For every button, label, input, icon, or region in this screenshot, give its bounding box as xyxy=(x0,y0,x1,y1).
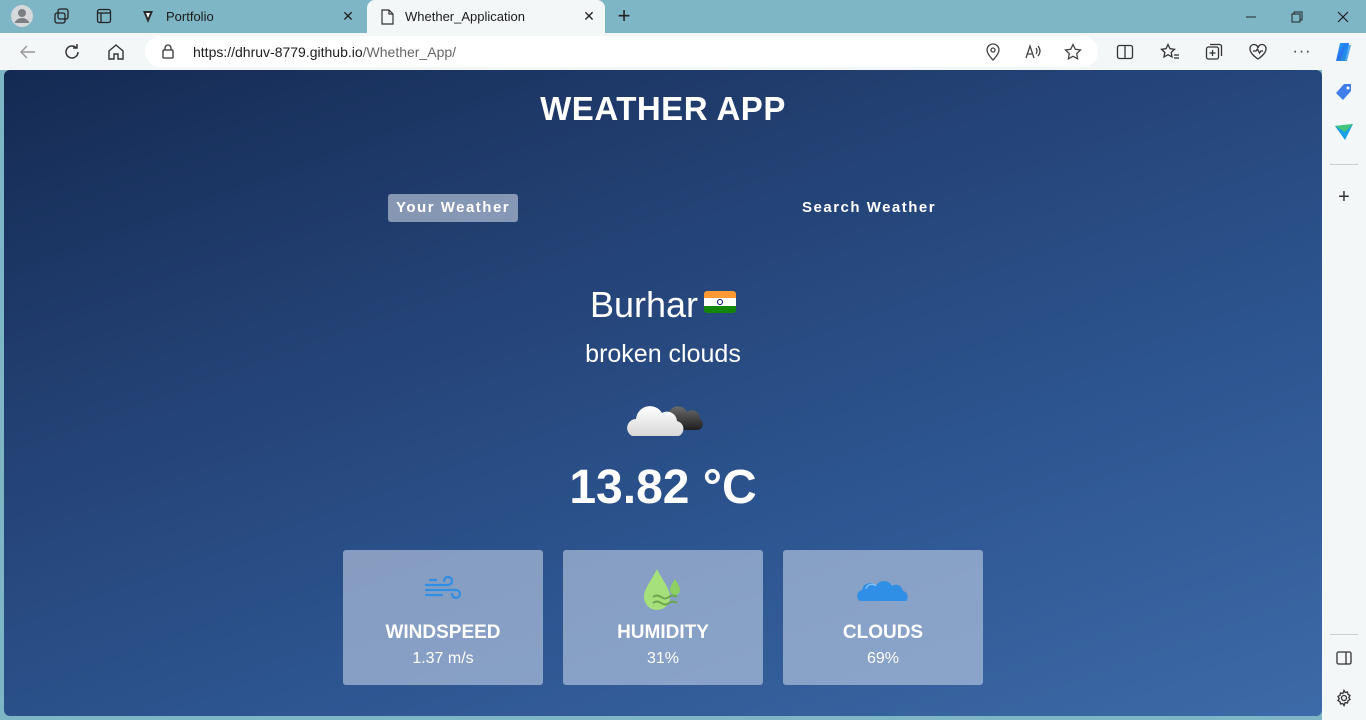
tab-actions-icon[interactable] xyxy=(90,4,118,28)
url-text[interactable]: https://dhruv-8779.github.io/Whether_App… xyxy=(193,44,456,60)
read-aloud-icon[interactable] xyxy=(1021,40,1045,64)
city-label: Burhar xyxy=(589,284,699,325)
city-name: Burhar xyxy=(4,284,1322,326)
tab-search-weather[interactable]: Search Weather xyxy=(794,194,944,222)
tab-close-icon[interactable]: ✕ xyxy=(581,8,597,24)
clouds-value: 69% xyxy=(866,650,900,667)
humidity-card: HUMIDITY 31% xyxy=(563,550,763,685)
clouds-label: CLOUDS xyxy=(842,622,924,643)
browser-essentials-icon[interactable] xyxy=(1243,37,1273,67)
new-tab-button[interactable]: + xyxy=(610,3,638,28)
browser-tabstrip: Portfolio ✕ Whether_Application ✕ + xyxy=(0,0,1366,33)
tab-title: Whether_Application xyxy=(405,9,525,24)
wind-icon xyxy=(413,564,473,614)
url-host: https://dhruv-8779.github.io xyxy=(193,44,363,60)
weather-description: broken clouds xyxy=(585,340,741,368)
home-button[interactable] xyxy=(101,37,131,67)
favorites-icon[interactable] xyxy=(1155,37,1185,67)
clouds-card: CLOUDS 69% xyxy=(783,550,983,685)
add-sidebar-item-icon[interactable]: + xyxy=(1332,185,1356,209)
location-icon[interactable] xyxy=(981,40,1005,64)
tab-portfolio[interactable]: Portfolio ✕ xyxy=(128,0,364,33)
lock-icon[interactable] xyxy=(161,43,175,64)
url-path: /Whether_App/ xyxy=(362,44,457,60)
minimize-button[interactable] xyxy=(1228,0,1274,33)
temperature: 13.82 °C xyxy=(569,461,757,514)
tab-close-icon[interactable]: ✕ xyxy=(340,8,356,24)
country-flag-icon xyxy=(704,291,737,313)
humidity-value: 31% xyxy=(646,650,680,667)
portfolio-favicon-icon xyxy=(140,9,156,25)
collections-icon[interactable] xyxy=(1199,37,1229,67)
copilot-icon[interactable] xyxy=(1329,37,1359,67)
humidity-icon xyxy=(633,564,693,614)
browser-toolbar: https://dhruv-8779.github.io/Whether_App… xyxy=(0,33,1366,70)
weather-app-page: WEATHER APP Your Weather Search Weather … xyxy=(4,70,1322,716)
tab-your-weather[interactable]: Your Weather xyxy=(388,194,519,222)
send-arrow-icon[interactable] xyxy=(1332,120,1356,144)
browser-sidebar: + xyxy=(1322,70,1366,720)
reload-button[interactable] xyxy=(57,37,87,67)
close-window-button[interactable] xyxy=(1320,0,1366,33)
back-button[interactable] xyxy=(13,37,43,67)
restore-button[interactable] xyxy=(1274,0,1320,33)
settings-more-icon[interactable]: ··· xyxy=(1287,37,1317,67)
favorite-star-icon[interactable] xyxy=(1061,40,1085,64)
humidity-label: HUMIDITY xyxy=(617,622,709,643)
clouds-icon xyxy=(853,564,913,614)
broken-clouds-icon xyxy=(624,392,704,442)
sidebar-settings-icon[interactable] xyxy=(1332,686,1356,710)
shopping-tag-icon[interactable] xyxy=(1332,80,1356,104)
workspaces-icon[interactable] xyxy=(48,4,76,28)
windspeed-value: 1.37 m/s xyxy=(412,650,474,667)
split-screen-icon[interactable] xyxy=(1110,37,1140,67)
page-favicon-icon xyxy=(379,8,395,25)
windspeed-card: WINDSPEED 1.37 m/s xyxy=(343,550,543,685)
profile-avatar-icon[interactable] xyxy=(8,4,36,28)
hide-sidebar-icon[interactable] xyxy=(1332,646,1356,670)
windspeed-label: WINDSPEED xyxy=(385,622,501,643)
tab-title: Portfolio xyxy=(166,9,214,24)
address-bar[interactable]: https://dhruv-8779.github.io/Whether_App… xyxy=(145,36,1098,67)
tab-whether-application[interactable]: Whether_Application ✕ xyxy=(367,0,605,33)
app-title: WEATHER APP xyxy=(540,90,786,127)
